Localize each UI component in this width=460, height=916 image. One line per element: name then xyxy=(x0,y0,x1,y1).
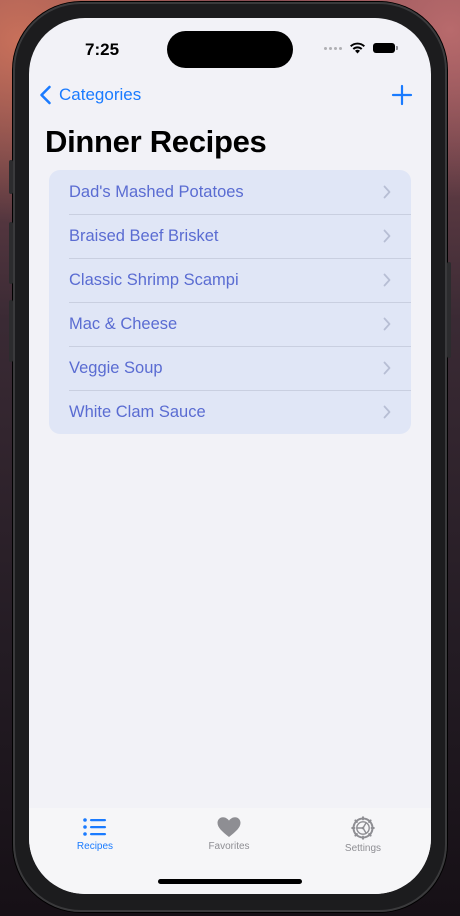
chevron-right-icon xyxy=(383,273,391,287)
back-button[interactable]: Categories xyxy=(37,84,141,106)
screen: 7:25 Categories Dinner Recipes Dad's Mas… xyxy=(29,18,431,894)
tab-settings[interactable]: Settings xyxy=(323,816,403,854)
list-item[interactable]: Braised Beef Brisket xyxy=(49,214,411,258)
gear-icon xyxy=(351,816,375,840)
wifi-icon xyxy=(350,42,365,54)
cellular-signal-icon xyxy=(324,46,342,50)
status-time: 7:25 xyxy=(85,40,120,59)
list-item-label: Veggie Soup xyxy=(69,358,163,377)
list-item-label: White Clam Sauce xyxy=(69,402,206,421)
home-indicator[interactable] xyxy=(158,879,302,884)
list-item[interactable]: Classic Shrimp Scampi xyxy=(49,258,411,302)
chevron-right-icon xyxy=(383,317,391,331)
battery-icon xyxy=(373,43,398,53)
page-title: Dinner Recipes xyxy=(45,124,267,159)
list-item-label: Classic Shrimp Scampi xyxy=(69,270,239,289)
tab-settings-label: Settings xyxy=(344,843,382,854)
chevron-right-icon xyxy=(383,405,391,419)
power-button xyxy=(447,262,451,358)
action-button xyxy=(9,160,13,194)
recipe-list: Dad's Mashed Potatoes Braised Beef Brisk… xyxy=(49,170,411,434)
dynamic-island xyxy=(167,31,293,68)
list-item-label: Mac & Cheese xyxy=(69,314,178,333)
list-item[interactable]: Mac & Cheese xyxy=(49,302,411,346)
status-indicators xyxy=(324,42,398,54)
back-button-label: Categories xyxy=(59,85,142,104)
heart-icon xyxy=(217,817,241,837)
tab-recipes-label: Recipes xyxy=(76,841,114,852)
tab-recipes[interactable]: Recipes xyxy=(55,816,135,852)
volume-up-button xyxy=(9,222,13,284)
list-icon xyxy=(83,818,106,836)
list-item-label: Braised Beef Brisket xyxy=(69,226,219,245)
plus-icon[interactable] xyxy=(391,84,413,106)
list-item[interactable]: White Clam Sauce xyxy=(49,390,411,434)
list-item-label: Dad's Mashed Potatoes xyxy=(69,182,244,201)
chevron-right-icon xyxy=(383,185,391,199)
chevron-left-icon xyxy=(40,85,51,105)
tab-favorites[interactable]: Favorites xyxy=(189,816,269,852)
list-item[interactable]: Dad's Mashed Potatoes xyxy=(49,170,411,214)
volume-down-button xyxy=(9,300,13,362)
list-item[interactable]: Veggie Soup xyxy=(49,346,411,390)
tab-favorites-label: Favorites xyxy=(208,841,250,852)
chevron-right-icon xyxy=(383,361,391,375)
chevron-right-icon xyxy=(383,229,391,243)
